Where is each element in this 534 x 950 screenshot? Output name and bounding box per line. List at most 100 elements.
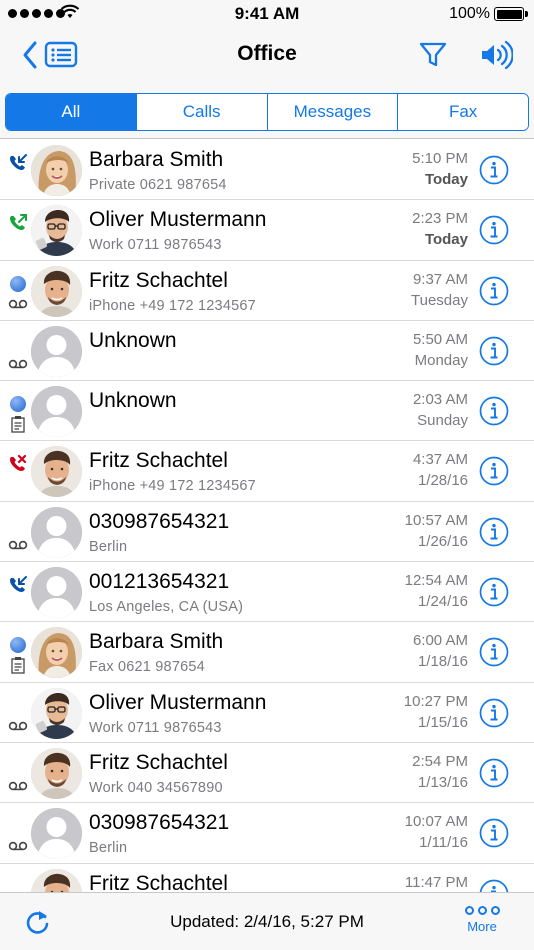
journal-row[interactable]: Oliver Mustermann Work 0711 9876543 10:27 … (0, 683, 534, 743)
journal-row[interactable]: 030987654321 Berlin 10:57 AM 1/26/16 (0, 502, 534, 563)
indicator-slot (8, 334, 28, 354)
page-title: Office (237, 42, 297, 65)
voicemail-icon (8, 536, 28, 554)
contact-name: Fritz Schachtel (89, 871, 228, 892)
contact-name: Oliver Mustermann (89, 208, 267, 232)
segmented-control: All Calls Messages Fax (5, 93, 529, 131)
entry-time: 10:57 AM (404, 511, 468, 529)
tab-fax[interactable]: Fax (397, 94, 528, 130)
entry-time: 6:00 AM (412, 632, 468, 650)
info-button[interactable] (479, 517, 509, 547)
voicemail-icon (8, 355, 28, 373)
journal-row[interactable]: Fritz Schachtel Work 040 34567890 2:54 PM 1… (0, 743, 534, 804)
entry-date: 1/18/16 (417, 653, 468, 671)
avatar (31, 808, 82, 860)
incoming-call-icon (8, 575, 28, 595)
unread-dot-icon (8, 394, 28, 414)
info-button[interactable] (479, 336, 509, 366)
avatar (31, 325, 82, 377)
journal-row[interactable]: 030987654321 Berlin 10:07 AM 1/11/16 (0, 803, 534, 864)
tab-all[interactable]: All (6, 94, 136, 130)
entry-time: 5:10 PM (412, 150, 468, 167)
info-button[interactable] (479, 818, 509, 848)
missed-call-icon (8, 454, 28, 474)
entry-date: 1/15/16 (417, 713, 468, 731)
entry-time: 10:07 AM (404, 813, 468, 831)
filter-button[interactable] (418, 40, 448, 70)
contact-name: Unknown (89, 389, 177, 413)
avatar (31, 627, 82, 679)
contact-name: Barbara Smith (89, 630, 224, 654)
tab-calls[interactable]: Calls (135, 94, 267, 130)
outgoing-call-icon (8, 213, 28, 233)
indicator-slot (8, 515, 28, 535)
journal-row[interactable]: Barbara Smith Private 0621 987654 5:10 PM T… (0, 140, 534, 201)
contact-name: 030987654321 (89, 811, 230, 835)
entry-date: Today (424, 171, 468, 188)
contact-detail: Berlin (89, 538, 128, 555)
contact-detail: Work 0711 9876543 (89, 719, 222, 736)
entry-date: Today (424, 231, 468, 249)
entry-date: 1/11/16 (419, 834, 468, 852)
contact-name: Fritz Schachtel (89, 750, 228, 774)
journal-row[interactable]: Fritz Schachtel iPhone +49 172 1234567 4:3… (0, 441, 534, 502)
indicator-slot (8, 696, 28, 716)
info-button[interactable] (479, 215, 509, 245)
contact-detail: Private 0621 987654 (89, 177, 227, 193)
journal-row[interactable]: Unknown 5:50 AM Monday (0, 321, 534, 382)
journal-list[interactable]: Barbara Smith Private 0621 987654 5:10 PM T… (0, 140, 534, 892)
last-updated-label: Updated: 2/4/16, 5:27 PM (170, 912, 364, 931)
journal-row[interactable]: Oliver Mustermann Work 0711 9876543 2:23 P… (0, 200, 534, 261)
contact-name: Unknown (89, 328, 177, 352)
journal-row[interactable]: 001213654321 Los Angeles, CA (USA) 12:54 A… (0, 562, 534, 623)
bottom-toolbar: Updated: 2/4/16, 5:27 PM More (0, 892, 534, 950)
indicator-slot (8, 475, 28, 493)
avatar (31, 567, 82, 619)
info-button[interactable] (479, 155, 509, 185)
contact-name: Fritz Schachtel (89, 449, 228, 473)
info-button[interactable] (479, 276, 509, 306)
indicator-slot (8, 234, 28, 252)
entry-time: 10:27 PM (403, 692, 468, 710)
info-button[interactable] (479, 456, 509, 486)
avatar (31, 506, 82, 558)
contact-name: 030987654321 (89, 509, 230, 533)
contact-detail: iPhone +49 172 1234567 (89, 297, 256, 314)
journal-row[interactable]: Unknown 2:03 AM Sunday (0, 381, 534, 442)
info-button[interactable] (479, 758, 509, 788)
contact-name: 001213654321 (89, 570, 230, 594)
avatar (31, 687, 82, 739)
contact-name: Barbara Smith (89, 148, 224, 171)
journal-row[interactable]: Barbara Smith Fax 0621 987654 6:00 AM 1/18/… (0, 622, 534, 683)
fax-icon (8, 415, 28, 433)
info-button[interactable] (479, 396, 509, 426)
more-icon (460, 906, 504, 915)
filter-segment-bar: All Calls Messages Fax (0, 84, 534, 139)
journal-row[interactable]: Fritz Schachtel iPhone +49 172 1234567 9:3… (0, 261, 534, 321)
info-button[interactable] (479, 698, 509, 728)
avatar (31, 145, 82, 196)
incoming-call-icon (8, 153, 28, 173)
tab-messages[interactable]: Messages (266, 94, 398, 130)
entry-date: 1/13/16 (417, 773, 468, 791)
indicator-slot (8, 877, 28, 892)
contact-detail: Los Angeles, CA (USA) (89, 599, 244, 616)
avatar (31, 205, 82, 257)
info-button[interactable] (479, 637, 509, 667)
indicator-slot (8, 174, 28, 192)
info-button[interactable] (479, 879, 509, 892)
battery-percent: 100% (449, 5, 490, 22)
journal-row[interactable]: Fritz Schachtel 11:47 PM (0, 864, 534, 892)
speaker-button[interactable] (479, 40, 513, 70)
avatar (31, 868, 82, 892)
battery-icon (494, 7, 528, 21)
contact-detail: iPhone +49 172 1234567 (89, 478, 256, 495)
more-button[interactable]: More (460, 906, 504, 934)
unread-dot-icon (8, 274, 28, 294)
info-button[interactable] (479, 577, 509, 607)
contact-detail: Work 0711 9876543 (89, 237, 222, 254)
unread-dot-icon (8, 635, 28, 655)
entry-time: 2:23 PM (412, 210, 468, 228)
entry-time: 5:50 AM (412, 330, 468, 348)
voicemail-icon (8, 777, 28, 795)
